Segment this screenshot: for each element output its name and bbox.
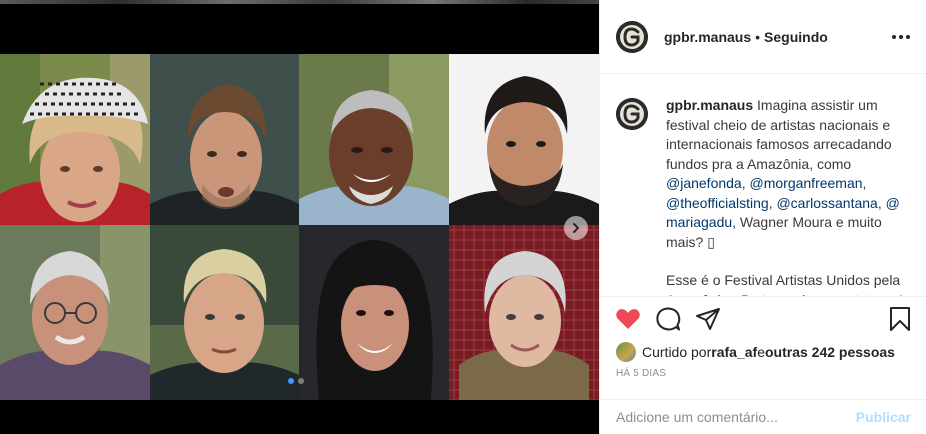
photo-tile bbox=[0, 225, 150, 400]
photo-tile bbox=[299, 54, 449, 225]
heart-icon bbox=[616, 308, 640, 329]
share-button[interactable] bbox=[694, 305, 722, 333]
post-timestamp[interactable]: HÁ 5 DIAS bbox=[600, 364, 926, 384]
liker-avatar[interactable] bbox=[616, 342, 636, 362]
photo-tile bbox=[299, 225, 449, 400]
comment-button[interactable] bbox=[654, 305, 682, 333]
likes-middle: e bbox=[757, 344, 765, 360]
caption-separator: , bbox=[862, 175, 867, 191]
likes-summary: Curtido por rafa_af e outras 242 pessoas bbox=[600, 340, 926, 364]
add-comment-bar: Publicar bbox=[600, 399, 926, 434]
mention-link[interactable]: @theofficialsting bbox=[666, 195, 769, 211]
caption-separator: , bbox=[877, 194, 886, 211]
carousel-next-button[interactable] bbox=[564, 216, 588, 240]
likes-prefix: Curtido por bbox=[642, 344, 712, 360]
post-media[interactable] bbox=[0, 0, 599, 434]
caption-avatar[interactable] bbox=[616, 98, 648, 130]
like-button[interactable] bbox=[614, 305, 642, 333]
following-button[interactable]: Seguindo bbox=[764, 29, 828, 45]
background-strip bbox=[0, 0, 599, 4]
chevron-right-icon bbox=[573, 223, 579, 233]
gpbr-logo-icon bbox=[616, 98, 648, 130]
liker-username[interactable]: rafa_af bbox=[711, 344, 757, 360]
mention-link[interactable]: @janefonda bbox=[666, 175, 742, 191]
post-header: gpbr.manaus • Seguindo bbox=[600, 0, 926, 74]
mention-link[interactable]: @carlossantana bbox=[776, 195, 877, 211]
carousel-indicators bbox=[288, 378, 304, 384]
photo-tile bbox=[150, 54, 299, 225]
carousel-dot-active bbox=[288, 378, 294, 384]
comments-section: gpbr.manaus Imagina assistir um festival… bbox=[600, 74, 926, 296]
post-panel: gpbr.manaus • Seguindo gpbr.manaus Imagi… bbox=[599, 0, 926, 434]
photo-tile bbox=[449, 54, 599, 225]
comment-input[interactable] bbox=[616, 409, 856, 425]
post-caption: gpbr.manaus Imagina assistir um festival… bbox=[666, 96, 910, 296]
likes-others-link[interactable]: outras 242 pessoas bbox=[765, 344, 895, 360]
header-username[interactable]: gpbr.manaus bbox=[664, 29, 751, 45]
bookmark-icon bbox=[890, 306, 910, 331]
photo-tile bbox=[150, 225, 299, 400]
caption-separator: , bbox=[741, 175, 750, 191]
more-options-icon[interactable] bbox=[892, 29, 910, 45]
photo-collage bbox=[0, 54, 599, 400]
photo-tile bbox=[0, 54, 150, 225]
caption-paragraph: Esse é o Festival Artistas Unidos pela A… bbox=[666, 272, 903, 296]
gpbr-logo-icon bbox=[616, 20, 648, 53]
save-button[interactable] bbox=[886, 305, 914, 333]
carousel-dot bbox=[298, 378, 304, 384]
mention-link[interactable]: @morganfreeman bbox=[750, 175, 863, 191]
profile-avatar[interactable] bbox=[616, 20, 648, 53]
header-separator: • bbox=[755, 28, 761, 45]
publish-button[interactable]: Publicar bbox=[856, 409, 911, 425]
comment-icon bbox=[656, 307, 681, 330]
photo-tile bbox=[449, 225, 599, 400]
action-bar bbox=[600, 296, 926, 340]
send-icon bbox=[696, 307, 720, 330]
caption-username[interactable]: gpbr.manaus bbox=[666, 97, 753, 113]
